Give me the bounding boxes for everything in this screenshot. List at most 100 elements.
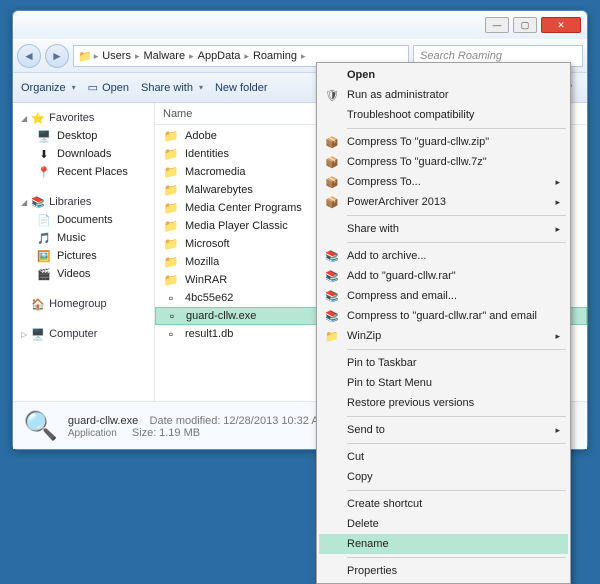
- back-button[interactable]: ◄: [17, 44, 41, 68]
- sidebar-homegroup[interactable]: ◢🏠Homegroup: [13, 295, 154, 313]
- file-icon: 📁: [163, 129, 179, 143]
- file-icon: 📁: [163, 147, 179, 161]
- menu-item-label: Pin to Start Menu: [347, 377, 560, 389]
- menu-item-label: Pin to Taskbar: [347, 357, 560, 369]
- menu-item-label: Properties: [347, 565, 560, 577]
- search-placeholder: Search Roaming: [420, 50, 502, 62]
- file-icon: 📁: [163, 219, 179, 233]
- menu-item-icon: 📦: [321, 136, 343, 149]
- menu-item-label: Delete: [347, 518, 560, 530]
- context-menu-item[interactable]: Send to: [319, 420, 568, 440]
- context-menu-item[interactable]: 🛡Run as administrator: [319, 85, 568, 105]
- sidebar-item-icon: 🎵: [37, 231, 51, 245]
- file-icon: 📁: [163, 201, 179, 215]
- navigation-pane: ◢⭐Favorites 🖥️Desktop ⬇ Downloads 📍 Recent P…: [13, 103, 155, 401]
- sidebar-item-label: Videos: [57, 268, 90, 280]
- forward-button[interactable]: ►: [45, 44, 69, 68]
- menu-item-label: PowerArchiver 2013: [347, 196, 555, 208]
- sidebar-favorites[interactable]: ◢⭐Favorites: [13, 109, 154, 127]
- menu-item-label: Restore previous versions: [347, 397, 560, 409]
- sidebar-libraries[interactable]: ◢📚Libraries: [13, 193, 154, 211]
- sidebar-item-label: Downloads: [57, 148, 111, 160]
- context-menu-item[interactable]: 📦PowerArchiver 2013: [319, 192, 568, 212]
- context-menu-item[interactable]: Share with: [319, 219, 568, 239]
- file-icon: 📁: [163, 255, 179, 269]
- menu-item-icon: 🛡: [321, 89, 343, 102]
- context-menu-item[interactable]: 📚Add to archive...: [319, 246, 568, 266]
- menu-item-icon: 📁: [321, 330, 343, 343]
- menu-item-label: Rename: [347, 538, 560, 550]
- file-icon: 📁: [163, 273, 179, 287]
- bc-roaming[interactable]: Roaming: [251, 50, 299, 62]
- sidebar-item-icon: 🖼️: [37, 249, 51, 263]
- context-menu-item[interactable]: Open: [319, 65, 568, 85]
- file-icon: ▫: [163, 327, 179, 341]
- context-menu-item[interactable]: Copy: [319, 467, 568, 487]
- detail-filename: guard-cllw.exe: [68, 415, 138, 427]
- folder-icon: 📁: [78, 50, 92, 63]
- context-menu-item[interactable]: Troubleshoot compatibility: [319, 105, 568, 125]
- context-menu-item[interactable]: 📦 Compress To "guard-cllw.zip": [319, 132, 568, 152]
- context-menu: Open 🛡Run as administratorTroubleshoot co…: [316, 62, 571, 584]
- bc-malware[interactable]: Malware: [142, 50, 188, 62]
- organize-menu[interactable]: Organize: [21, 82, 76, 94]
- sidebar-item[interactable]: 🎵Music: [13, 229, 154, 247]
- menu-item-icon: 📦: [321, 176, 343, 189]
- submenu-arrow-icon: [555, 196, 560, 208]
- menu-item-label: Open: [347, 69, 560, 81]
- sidebar-computer[interactable]: ▷🖥️Computer: [13, 325, 154, 343]
- menu-item-label: Add to "guard-cllw.rar": [347, 270, 560, 282]
- bc-appdata[interactable]: AppData: [196, 50, 243, 62]
- sidebar-item[interactable]: 📄Documents: [13, 211, 154, 229]
- detail-type: Application: [68, 428, 117, 439]
- share-menu[interactable]: Share with: [141, 82, 203, 94]
- submenu-arrow-icon: [555, 330, 560, 342]
- menu-item-label: Send to: [347, 424, 555, 436]
- sidebar-item[interactable]: 🎬 Videos: [13, 265, 154, 283]
- bc-users[interactable]: Users: [100, 50, 133, 62]
- sidebar-item[interactable]: 📍 Recent Places: [13, 163, 154, 181]
- context-menu-item[interactable]: 📦Compress To "guard-cllw.7z": [319, 152, 568, 172]
- menu-item-label: Compress To "guard-cllw.zip": [347, 136, 560, 148]
- new-folder-button[interactable]: New folder: [215, 82, 268, 94]
- minimize-button[interactable]: —: [485, 17, 509, 33]
- sidebar-item[interactable]: ⬇ Downloads: [13, 145, 154, 163]
- maximize-button[interactable]: ▢: [513, 17, 537, 33]
- context-menu-item[interactable]: 📚 Add to "guard-cllw.rar": [319, 266, 568, 286]
- context-menu-item[interactable]: 📚Compress and email...: [319, 286, 568, 306]
- context-menu-item[interactable]: Properties: [319, 561, 568, 581]
- context-menu-item[interactable]: Create shortcut: [319, 494, 568, 514]
- context-menu-item[interactable]: 📚Compress to "guard-cllw.rar" and email: [319, 306, 568, 326]
- titlebar: — ▢ ✕: [13, 11, 587, 39]
- menu-item-label: Create shortcut: [347, 498, 560, 510]
- context-menu-item[interactable]: Delete: [319, 514, 568, 534]
- close-button[interactable]: ✕: [541, 17, 581, 33]
- sidebar-item-icon: ⬇: [37, 147, 51, 161]
- file-icon: 📁: [163, 183, 179, 197]
- menu-item-icon: 📚: [321, 290, 343, 303]
- context-menu-item[interactable]: Rename: [319, 534, 568, 554]
- menu-item-label: Compress To...: [347, 176, 555, 188]
- sidebar-item-label: Documents: [57, 214, 113, 226]
- context-menu-item[interactable]: Restore previous versions: [319, 393, 568, 413]
- menu-item-label: Compress to "guard-cllw.rar" and email: [347, 310, 560, 322]
- sidebar-item[interactable]: 🖼️Pictures: [13, 247, 154, 265]
- sidebar-item-icon: 🎬: [37, 267, 51, 281]
- menu-item-icon: 📦: [321, 156, 343, 169]
- menu-item-label: WinZip: [347, 330, 555, 342]
- context-menu-item[interactable]: Cut: [319, 447, 568, 467]
- submenu-arrow-icon: [555, 223, 560, 235]
- context-menu-item[interactable]: 📦 Compress To...: [319, 172, 568, 192]
- sidebar-item[interactable]: 🖥️Desktop: [13, 127, 154, 145]
- submenu-arrow-icon: [555, 424, 560, 436]
- file-icon: 📁: [163, 165, 179, 179]
- context-menu-item[interactable]: Pin to Taskbar: [319, 353, 568, 373]
- menu-item-icon: 📚: [321, 270, 343, 283]
- context-menu-item[interactable]: 📁 WinZip: [319, 326, 568, 346]
- menu-item-label: Cut: [347, 451, 560, 463]
- open-button[interactable]: ▭Open: [88, 81, 129, 94]
- sidebar-item-icon: 📍: [37, 165, 51, 179]
- sidebar-item-label: Recent Places: [57, 166, 128, 178]
- submenu-arrow-icon: [555, 176, 560, 188]
- context-menu-item[interactable]: Pin to Start Menu: [319, 373, 568, 393]
